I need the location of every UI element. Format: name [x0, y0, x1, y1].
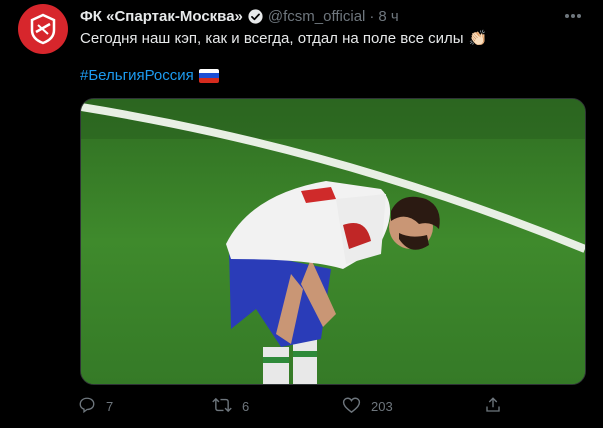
hashtag-link[interactable]: #БельгияРоссия [80, 67, 194, 84]
tweet-photo[interactable] [80, 98, 586, 385]
separator: · [369, 7, 375, 25]
share-button[interactable] [484, 396, 502, 417]
russia-flag-icon [198, 68, 219, 83]
share-icon [484, 396, 502, 417]
tweet-body: Сегодня наш кэп, как и всегда, отдал на … [80, 29, 464, 47]
handle[interactable]: @fcsm_official [268, 8, 365, 25]
verified-badge-icon [247, 8, 264, 25]
clap-emoji: 👏🏻 [468, 30, 488, 47]
retweet-icon [212, 396, 232, 417]
retweet-button[interactable]: 6 [212, 396, 249, 417]
like-icon [342, 396, 361, 417]
retweet-count: 6 [242, 399, 250, 414]
like-count: 203 [371, 399, 393, 414]
display-name[interactable]: ФК «Спартак-Москва» [80, 8, 243, 25]
reply-button[interactable]: 7 [78, 396, 113, 417]
timestamp[interactable]: 8 ч [378, 8, 398, 25]
tweet-header: ФК «Спартак-Москва» @fcsm_official · 8 ч [80, 6, 583, 26]
avatar[interactable] [18, 4, 68, 54]
football-player-photo [81, 99, 585, 384]
like-button[interactable]: 203 [342, 396, 393, 417]
reply-icon [78, 396, 96, 417]
more-icon[interactable] [563, 8, 583, 24]
hashtag-line: #БельгияРоссия [80, 67, 219, 84]
reply-count: 7 [106, 399, 114, 414]
spartak-logo [30, 13, 56, 45]
tweet-text: Сегодня наш кэп, как и всегда, отдал на … [80, 29, 488, 48]
tweet-actions: 7 6 203 [78, 396, 518, 418]
